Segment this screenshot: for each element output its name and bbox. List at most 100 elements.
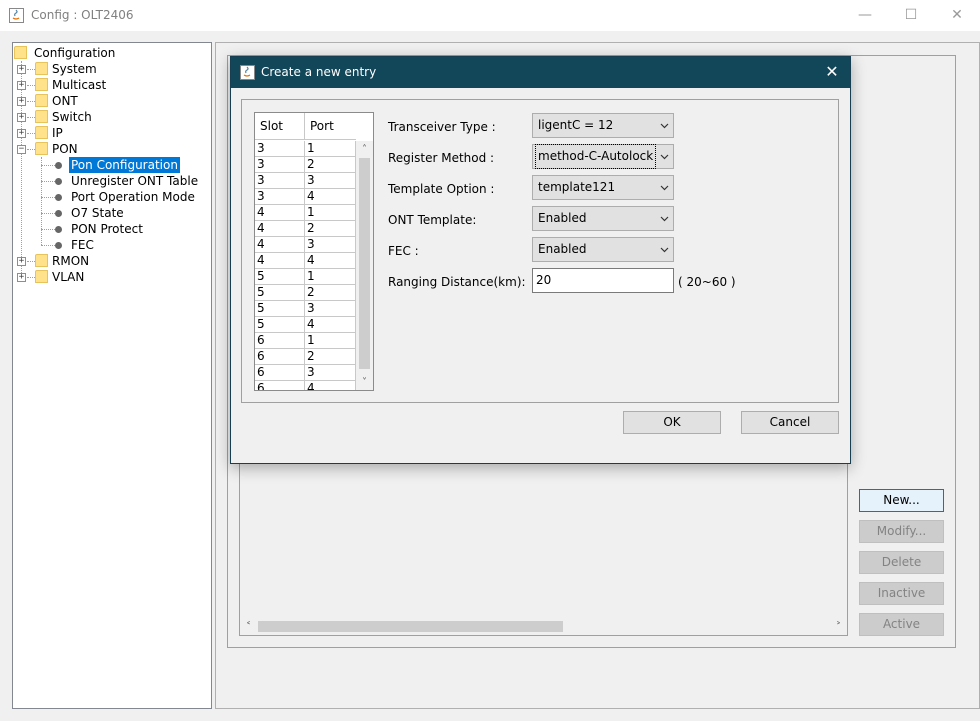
modify-button[interactable]: Modify... bbox=[859, 520, 944, 543]
selected-value: ligentC = 12 bbox=[538, 118, 614, 132]
register-method-label: Register Method : bbox=[388, 151, 495, 165]
tree-node-pon-protect[interactable]: PON Protect bbox=[41, 221, 206, 237]
tree-node-unregister-ont-table[interactable]: Unregister ONT Table bbox=[41, 173, 206, 189]
ranging-distance-input[interactable]: 20 bbox=[532, 268, 674, 293]
column-header-port[interactable]: Port bbox=[305, 113, 355, 140]
scroll-thumb[interactable] bbox=[359, 158, 370, 369]
slot-cell: 5 bbox=[255, 301, 305, 317]
tree-node-ont[interactable]: + ONT bbox=[13, 93, 203, 109]
tree-node-fec[interactable]: FEC bbox=[41, 237, 206, 253]
scroll-down-icon[interactable]: ˅ bbox=[356, 374, 373, 390]
close-button[interactable]: ✕ bbox=[934, 0, 980, 31]
slot-cell: 5 bbox=[255, 269, 305, 285]
expand-icon[interactable]: + bbox=[17, 81, 26, 90]
ok-button[interactable]: OK bbox=[623, 411, 721, 434]
tree-node-label: PON Protect bbox=[71, 222, 143, 236]
folder-icon bbox=[35, 126, 48, 139]
expand-icon[interactable]: + bbox=[17, 129, 26, 138]
tree-node-o7-state[interactable]: O7 State bbox=[41, 205, 206, 221]
expand-icon[interactable]: + bbox=[17, 97, 26, 106]
template-option-select[interactable]: template121 bbox=[532, 175, 674, 200]
ont-template-label: ONT Template: bbox=[388, 213, 477, 227]
new-button[interactable]: New... bbox=[859, 489, 944, 512]
table-row[interactable]: 33 bbox=[255, 173, 356, 189]
entries-list[interactable] bbox=[239, 463, 848, 636]
expand-icon[interactable]: + bbox=[17, 113, 26, 122]
port-cell: 4 bbox=[305, 381, 356, 390]
cancel-button[interactable]: Cancel bbox=[741, 411, 839, 434]
tree-node-switch[interactable]: + Switch bbox=[13, 109, 203, 125]
table-row[interactable]: 64 bbox=[255, 381, 356, 390]
horizontal-scrollbar[interactable]: ˂ ˃ bbox=[240, 618, 847, 635]
minimize-button[interactable]: — bbox=[842, 0, 888, 31]
folder-icon bbox=[35, 142, 48, 155]
port-cell: 1 bbox=[305, 333, 356, 349]
tree-node-system[interactable]: + System bbox=[13, 61, 203, 77]
register-method-select[interactable]: method-C-Autolock bbox=[532, 144, 674, 169]
expand-icon[interactable]: + bbox=[17, 65, 26, 74]
table-row[interactable]: 41 bbox=[255, 205, 356, 221]
window-title-bar: Config : OLT2406 — ☐ ✕ bbox=[0, 0, 980, 31]
tree-node-label: O7 State bbox=[71, 206, 124, 220]
table-row[interactable]: 31 bbox=[255, 141, 356, 157]
port-cell: 2 bbox=[305, 285, 356, 301]
tree-connector bbox=[27, 277, 35, 278]
tree-node-label: FEC bbox=[71, 238, 94, 252]
folder-icon bbox=[35, 270, 48, 283]
table-row[interactable]: 44 bbox=[255, 253, 356, 269]
tree-node-label: PON bbox=[52, 142, 78, 156]
scroll-up-icon[interactable]: ˄ bbox=[356, 141, 373, 158]
tree-node-label: Pon Configuration bbox=[69, 157, 180, 173]
tree-node-label: System bbox=[52, 62, 97, 76]
tree-connector bbox=[27, 101, 35, 102]
table-row[interactable]: 42 bbox=[255, 221, 356, 237]
tree-node-label: VLAN bbox=[52, 270, 85, 284]
scroll-thumb[interactable] bbox=[258, 621, 563, 632]
slot-cell: 3 bbox=[255, 173, 305, 189]
port-cell: 4 bbox=[305, 253, 356, 269]
scroll-left-icon[interactable]: ˂ bbox=[240, 618, 257, 635]
port-cell: 4 bbox=[305, 189, 356, 205]
folder-icon bbox=[14, 46, 27, 59]
tree-node-label: RMON bbox=[52, 254, 90, 268]
tree-node-ip[interactable]: + IP bbox=[13, 125, 203, 141]
vertical-scrollbar[interactable]: ˄ ˅ bbox=[356, 141, 373, 390]
tree-node-pon-configuration[interactable]: Pon Configuration bbox=[41, 157, 206, 173]
column-header-slot[interactable]: Slot bbox=[255, 113, 305, 140]
ont-template-select[interactable]: Enabled bbox=[532, 206, 674, 231]
tree-node-label: Configuration bbox=[34, 46, 116, 60]
tree-node-multicast[interactable]: + Multicast bbox=[13, 77, 203, 93]
active-button[interactable]: Active bbox=[859, 613, 944, 636]
tree-node-port-operation-mode[interactable]: Port Operation Mode bbox=[41, 189, 206, 205]
collapse-icon[interactable]: − bbox=[17, 145, 26, 154]
delete-button[interactable]: Delete bbox=[859, 551, 944, 574]
expand-icon[interactable]: + bbox=[17, 273, 26, 282]
table-row[interactable]: 54 bbox=[255, 317, 356, 333]
table-row[interactable]: 53 bbox=[255, 301, 356, 317]
slot-cell: 3 bbox=[255, 189, 305, 205]
leaf-icon bbox=[55, 226, 62, 233]
table-row[interactable]: 43 bbox=[255, 237, 356, 253]
table-row[interactable]: 32 bbox=[255, 157, 356, 173]
tree-node-pon[interactable]: − PON bbox=[13, 141, 203, 157]
expand-icon[interactable]: + bbox=[17, 257, 26, 266]
transceiver-type-select[interactable]: ligentC = 12 bbox=[532, 113, 674, 138]
inactive-button[interactable]: Inactive bbox=[859, 582, 944, 605]
port-cell: 4 bbox=[305, 317, 356, 333]
fec-select[interactable]: Enabled bbox=[532, 237, 674, 262]
chevron-down-icon bbox=[660, 185, 669, 191]
tree-connector bbox=[27, 149, 35, 150]
tree-node-rmon[interactable]: + RMON bbox=[13, 253, 203, 269]
table-row[interactable]: 52 bbox=[255, 285, 356, 301]
slot-port-table[interactable]: Slot Port 31 32 33 34 41 42 43 44 51 52 … bbox=[254, 112, 374, 391]
table-row[interactable]: 62 bbox=[255, 349, 356, 365]
table-row[interactable]: 63 bbox=[255, 365, 356, 381]
config-tree[interactable]: Configuration + System + Multicast + ONT… bbox=[12, 42, 212, 709]
scroll-right-icon[interactable]: ˃ bbox=[830, 618, 847, 635]
table-row[interactable]: 51 bbox=[255, 269, 356, 285]
dialog-close-icon[interactable]: ✕ bbox=[820, 59, 844, 85]
maximize-button[interactable]: ☐ bbox=[888, 0, 934, 31]
tree-node-vlan[interactable]: + VLAN bbox=[13, 269, 203, 285]
table-row[interactable]: 61 bbox=[255, 333, 356, 349]
table-row[interactable]: 34 bbox=[255, 189, 356, 205]
